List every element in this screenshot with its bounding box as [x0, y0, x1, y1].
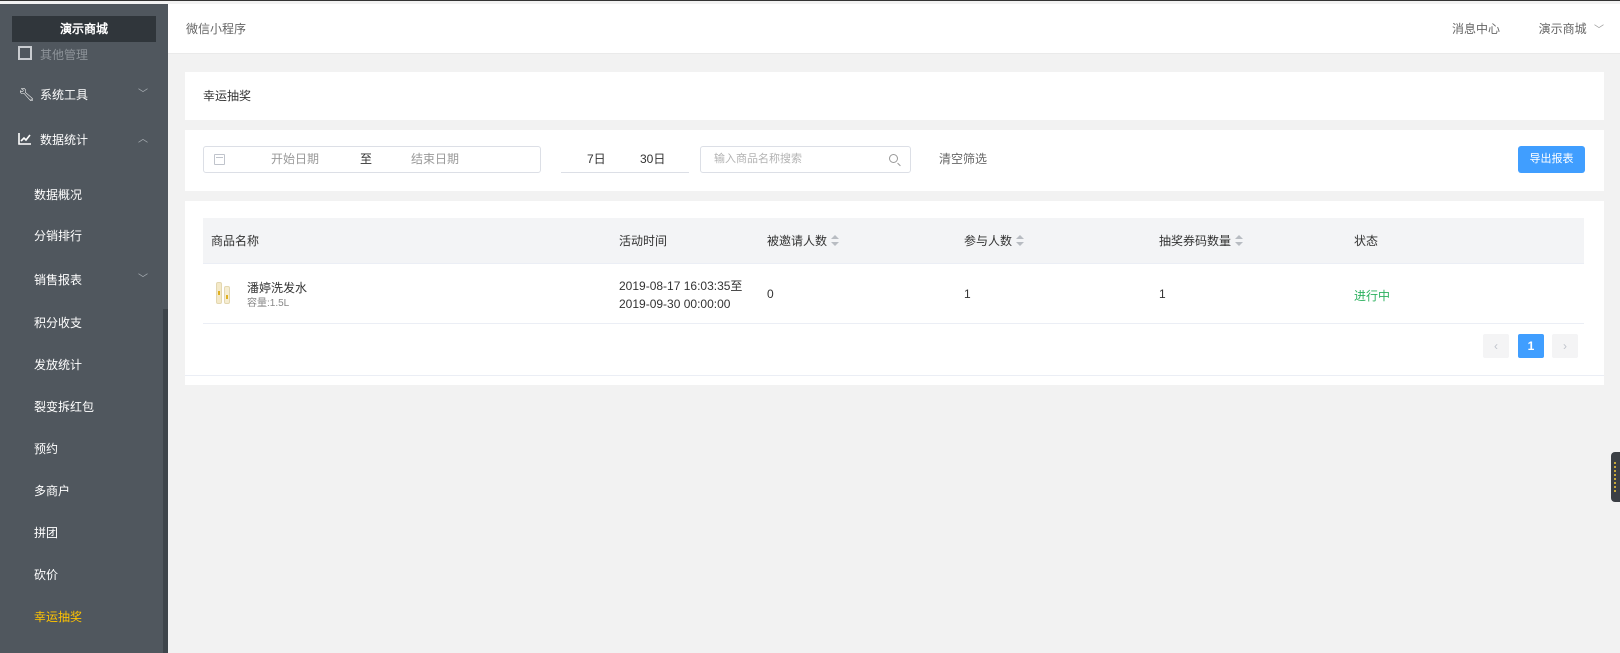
page-number-current[interactable]: 1	[1518, 334, 1544, 358]
column-invited-count[interactable]: 被邀请人数	[767, 218, 840, 264]
shop-name: 演示商城	[1538, 22, 1587, 36]
product-spec: 容量:1.5L	[247, 298, 290, 309]
quick-range-tabs: 7日 30日	[561, 146, 689, 173]
message-center-link[interactable]: 消息中心	[1452, 4, 1500, 54]
floating-side-handle[interactable]	[1611, 452, 1620, 502]
brand-title: 演示商城	[12, 16, 156, 42]
clear-filters-button[interactable]: 清空筛选	[939, 146, 987, 173]
sidebar-item-distribution-rank[interactable]: 分销排行	[0, 216, 168, 256]
sidebar-item-label: 销售报表	[34, 273, 83, 287]
sidebar-item-label: 裂变拆红包	[34, 400, 95, 414]
pagination: ‹ 1 ›	[185, 324, 1604, 376]
table-row[interactable]: 潘婷洗发水 容量:1.5L 2019-08-17 16:03:35至 2019-…	[203, 264, 1584, 324]
activity-time-start: 2019-08-17 16:03:35至	[619, 279, 743, 293]
column-label: 抽奖券码数量	[1159, 234, 1232, 248]
chevron-down-icon: ﹀	[138, 89, 148, 100]
invited-count: 0	[767, 287, 774, 301]
column-label: 被邀请人数	[767, 234, 828, 248]
chevron-down-icon: ﹀	[138, 274, 148, 285]
sidebar-item-group-buy[interactable]: 拼团	[0, 513, 168, 553]
shop-menu[interactable]: 演示商城 ﹀	[1539, 4, 1604, 56]
column-ticket-count[interactable]: 抽奖券码数量	[1159, 218, 1244, 264]
search-icon[interactable]	[889, 154, 898, 163]
activity-time-end: 2019-09-30 00:00:00	[619, 297, 731, 311]
sidebar-item-label: 数据概况	[34, 188, 83, 202]
search-placeholder: 输入商品名称搜索	[714, 153, 802, 165]
sidebar-item-red-packet[interactable]: 裂变拆红包	[0, 387, 168, 427]
status-badge: 进行中	[1354, 289, 1391, 303]
sort-icon[interactable]	[1016, 235, 1025, 247]
sort-icon[interactable]	[1235, 235, 1244, 247]
sidebar-item-label: 积分收支	[34, 316, 83, 330]
sidebar-item-label: 多商户	[34, 484, 71, 498]
wrench-icon: 🔧︎	[18, 87, 35, 102]
sidebar-scrollbar[interactable]	[163, 309, 168, 653]
sidebar-item-label: 幸运抽奖	[34, 610, 83, 624]
sidebar-item-system-tools[interactable]: 🔧︎ 系统工具 ﹀	[0, 73, 168, 117]
sidebar-item-label: 拼团	[34, 526, 59, 540]
line-chart-icon	[18, 118, 32, 162]
column-activity-time: 活动时间	[619, 234, 668, 248]
sidebar-item-multi-merchant[interactable]: 多商户	[0, 471, 168, 511]
sidebar-item-booking[interactable]: 预约	[0, 429, 168, 469]
sidebar-item-label: 系统工具	[40, 88, 89, 102]
prev-page-button[interactable]: ‹	[1483, 334, 1509, 358]
title-card: 幸运抽奖	[185, 72, 1604, 120]
breadcrumb[interactable]: 微信小程序	[186, 4, 246, 54]
sidebar-item-label: 砍价	[34, 568, 59, 582]
window-top-edge	[0, 0, 1620, 1]
filter-bar: 开始日期 至 结束日期 7日 30日 输入商品名称搜索 清空筛选 导出报表	[185, 130, 1604, 191]
export-report-button[interactable]: 导出报表	[1518, 146, 1585, 173]
product-thumbnail	[215, 280, 233, 306]
quick-range-30-days[interactable]: 30日	[640, 146, 665, 172]
calendar-icon	[214, 154, 225, 165]
ticket-count: 1	[1159, 287, 1166, 301]
sidebar: 其他管理 演示商城 🔧︎ 系统工具 ﹀ 数据统计 ︿ 数据概况 分销排行 销售报…	[0, 4, 168, 653]
chevron-up-icon: ︿	[138, 134, 148, 145]
sidebar-item-issue-stats[interactable]: 发放统计	[0, 345, 168, 385]
sidebar-item-label: 分销排行	[34, 229, 83, 243]
table-header: 商品名称 活动时间 被邀请人数 参与人数 抽奖券码数量 状态	[203, 218, 1584, 264]
date-range-picker[interactable]: 开始日期 至 结束日期	[203, 146, 541, 173]
range-separator: 至	[360, 152, 373, 166]
sidebar-item-label: 数据统计	[40, 133, 89, 147]
sort-icon[interactable]	[831, 235, 840, 247]
column-product-name: 商品名称	[211, 234, 260, 248]
sidebar-item-partial[interactable]: 其他管理	[18, 46, 98, 60]
page-title: 幸运抽奖	[203, 89, 252, 103]
sidebar-item-sales-report[interactable]: 销售报表 ﹀	[0, 260, 168, 300]
top-header: 微信小程序 消息中心 演示商城 ﹀	[168, 4, 1620, 54]
sidebar-item-bargain[interactable]: 砍价	[0, 555, 168, 595]
column-participants[interactable]: 参与人数	[964, 218, 1025, 264]
sidebar-item-data-overview[interactable]: 数据概况	[0, 175, 168, 215]
start-date-input[interactable]: 开始日期	[271, 147, 319, 172]
sidebar-item-lucky-draw[interactable]: 幸运抽奖	[0, 597, 168, 637]
data-table-card: 商品名称 活动时间 被邀请人数 参与人数 抽奖券码数量 状态 潘婷洗发水 容量:…	[185, 201, 1604, 385]
quick-range-7-days[interactable]: 7日	[587, 146, 606, 172]
column-status: 状态	[1354, 234, 1379, 248]
sidebar-item-points[interactable]: 积分收支	[0, 303, 168, 343]
chevron-down-icon: ﹀	[1594, 25, 1604, 36]
next-page-button[interactable]: ›	[1552, 334, 1578, 358]
end-date-input[interactable]: 结束日期	[411, 147, 459, 172]
product-search-input[interactable]: 输入商品名称搜索	[700, 146, 911, 173]
column-label: 参与人数	[964, 234, 1013, 248]
sidebar-item-data-stats[interactable]: 数据统计 ︿	[0, 118, 168, 162]
participant-count: 1	[964, 287, 971, 301]
sidebar-item-label: 发放统计	[34, 358, 83, 372]
sidebar-item-label: 预约	[34, 442, 59, 456]
